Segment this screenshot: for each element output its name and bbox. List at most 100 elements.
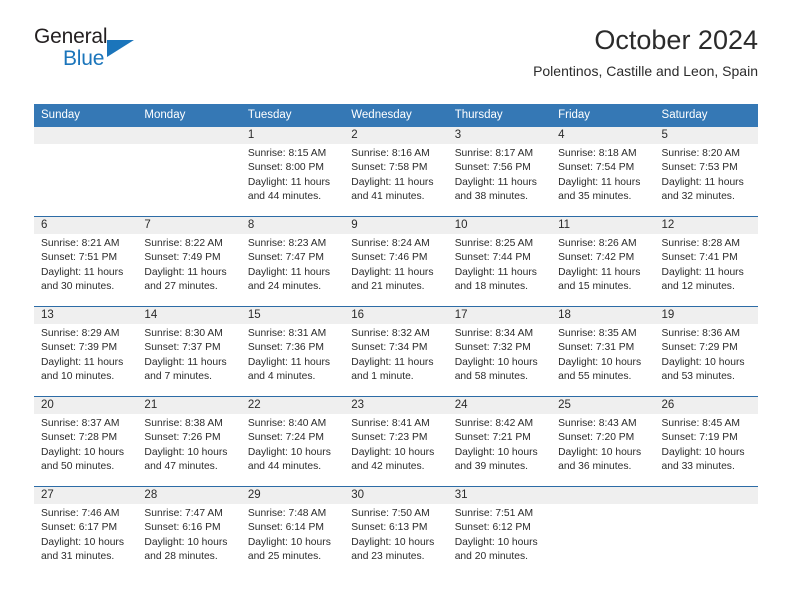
daylight-text-line1: Daylight: 11 hours xyxy=(558,176,641,188)
daylight-text-line2: and 23 minutes. xyxy=(351,550,425,562)
sunrise-text: Sunrise: 8:42 AM xyxy=(454,418,534,429)
sunrise-text: Sunrise: 8:23 AM xyxy=(247,238,327,249)
daylight-text-line1: Daylight: 11 hours xyxy=(247,356,331,368)
calendar-day-cell-empty xyxy=(654,487,758,576)
calendar-day-cell[interactable]: 29 Sunrise: 7:48 AM Sunset: 6:14 PM Dayligh… xyxy=(240,487,345,576)
day-number-band: 11 xyxy=(551,217,655,234)
calendar-day-cell[interactable]: 26 Sunrise: 8:45 AM Sunset: 7:19 PM Dayligh… xyxy=(654,397,758,486)
daylight-text-line2: and 12 minutes. xyxy=(661,280,735,292)
day-number: 18 xyxy=(558,309,571,321)
sunrise-text: Sunrise: 8:30 AM xyxy=(144,328,223,339)
daylight-text-line1: Daylight: 10 hours xyxy=(247,536,331,548)
daylight-text-line1: Daylight: 10 hours xyxy=(351,446,435,458)
calendar-day-cell[interactable]: 18 Sunrise: 8:35 AM Sunset: 7:31 PM Dayligh… xyxy=(551,307,655,396)
sunset-text: Sunset: 6:17 PM xyxy=(41,522,118,534)
calendar-day-cell[interactable]: 3 Sunrise: 8:17 AM Sunset: 7:56 PM Daylight… xyxy=(447,127,552,216)
calendar-day-cell[interactable]: 24 Sunrise: 8:42 AM Sunset: 7:21 PM Dayligh… xyxy=(447,397,552,486)
calendar-day-cell[interactable]: 30 Sunrise: 7:50 AM Sunset: 6:13 PM Dayligh… xyxy=(344,487,448,576)
day-number: 13 xyxy=(41,309,54,321)
day-sun-info: Sunrise: 8:25 AM Sunset: 7:44 PM Daylight:… xyxy=(448,234,551,294)
day-number: 12 xyxy=(661,219,675,231)
day-sun-info: Sunrise: 7:48 AM Sunset: 6:14 PM Daylight:… xyxy=(241,504,344,564)
title-block: October 2024 Polentinos, Castille and Le… xyxy=(533,24,758,81)
calendar-day-cell[interactable]: 23 Sunrise: 8:41 AM Sunset: 7:23 PM Dayligh… xyxy=(344,397,448,486)
daylight-text-line1: Daylight: 11 hours xyxy=(558,266,641,278)
day-number-band: 28 xyxy=(137,487,241,504)
day-sun-info: Sunrise: 8:21 AM Sunset: 7:51 PM Daylight:… xyxy=(34,234,137,294)
sunrise-text: Sunrise: 8:24 AM xyxy=(351,238,430,249)
daylight-text-line1: Daylight: 11 hours xyxy=(661,266,744,278)
calendar-day-cell[interactable]: 1 Sunrise: 8:15 AM Sunset: 8:00 PM Daylight… xyxy=(240,127,345,216)
day-number-band xyxy=(137,127,241,144)
logo-triangle-icon xyxy=(107,40,134,57)
sunrise-text: Sunrise: 8:31 AM xyxy=(247,328,327,339)
calendar-week-row: 27 Sunrise: 7:46 AM Sunset: 6:17 PM Dayligh… xyxy=(34,486,758,576)
calendar-day-cell[interactable]: 27 Sunrise: 7:46 AM Sunset: 6:17 PM Dayligh… xyxy=(34,487,138,576)
page-header: General Blue October 2024 Polentinos, Ca… xyxy=(34,0,758,79)
calendar-day-cell[interactable]: 10 Sunrise: 8:25 AM Sunset: 7:44 PM Dayligh… xyxy=(447,217,552,306)
calendar-day-cell[interactable]: 20 Sunrise: 8:37 AM Sunset: 7:28 PM Dayligh… xyxy=(34,397,138,486)
day-number-band xyxy=(34,127,138,144)
day-sun-info: Sunrise: 8:36 AM Sunset: 7:29 PM Daylight:… xyxy=(655,324,758,384)
weekday-header-thursday: Thursday xyxy=(447,104,552,127)
day-sun-info: Sunrise: 7:46 AM Sunset: 6:17 PM Daylight:… xyxy=(34,504,137,564)
day-number-band: 3 xyxy=(447,127,552,144)
daylight-text-line1: Daylight: 11 hours xyxy=(41,356,124,368)
weekday-header-row: Sunday Monday Tuesday Wednesday Thursday Frid… xyxy=(34,104,758,127)
calendar-week-row: 13 Sunrise: 8:29 AM Sunset: 7:39 PM Dayligh… xyxy=(34,306,758,396)
calendar-day-cell[interactable]: 17 Sunrise: 8:34 AM Sunset: 7:32 PM Dayligh… xyxy=(447,307,552,396)
daylight-text-line2: and 42 minutes. xyxy=(351,460,425,472)
calendar-week-row: 1 Sunrise: 8:15 AM Sunset: 8:00 PM Daylight… xyxy=(34,127,758,216)
sunset-text: Sunset: 6:16 PM xyxy=(144,522,221,534)
calendar-day-cell[interactable]: 13 Sunrise: 8:29 AM Sunset: 7:39 PM Dayligh… xyxy=(34,307,138,396)
day-sun-info: Sunrise: 7:50 AM Sunset: 6:13 PM Daylight:… xyxy=(344,504,447,564)
calendar-day-cell[interactable]: 5 Sunrise: 8:20 AM Sunset: 7:53 PM Daylight… xyxy=(654,127,758,216)
day-number: 2 xyxy=(351,129,358,141)
weekday-header-friday: Friday xyxy=(551,104,655,127)
sunset-text: Sunset: 7:31 PM xyxy=(558,342,635,354)
day-number-band: 2 xyxy=(344,127,448,144)
calendar-day-cell[interactable]: 12 Sunrise: 8:28 AM Sunset: 7:41 PM Dayligh… xyxy=(654,217,758,306)
calendar-day-cell[interactable]: 6 Sunrise: 8:21 AM Sunset: 7:51 PM Daylight… xyxy=(34,217,138,306)
sunrise-text: Sunrise: 8:41 AM xyxy=(351,418,430,429)
sunrise-text: Sunrise: 8:18 AM xyxy=(558,148,637,159)
daylight-text-line2: and 35 minutes. xyxy=(558,190,632,202)
day-number-band xyxy=(551,487,655,504)
calendar-day-cell[interactable]: 15 Sunrise: 8:31 AM Sunset: 7:36 PM Dayligh… xyxy=(240,307,345,396)
sunrise-text: Sunrise: 8:34 AM xyxy=(454,328,534,339)
general-blue-logo: General Blue xyxy=(34,26,254,74)
daylight-text-line2: and 39 minutes. xyxy=(454,460,528,472)
calendar-day-cell[interactable]: 25 Sunrise: 8:43 AM Sunset: 7:20 PM Dayligh… xyxy=(551,397,655,486)
calendar-day-cell[interactable]: 2 Sunrise: 8:16 AM Sunset: 7:58 PM Daylight… xyxy=(344,127,448,216)
calendar-day-cell[interactable]: 8 Sunrise: 8:23 AM Sunset: 7:47 PM Daylight… xyxy=(240,217,345,306)
daylight-text-line1: Daylight: 11 hours xyxy=(144,356,227,368)
calendar-day-cell[interactable]: 9 Sunrise: 8:24 AM Sunset: 7:46 PM Daylight… xyxy=(344,217,448,306)
calendar-day-cell[interactable]: 16 Sunrise: 8:32 AM Sunset: 7:34 PM Dayligh… xyxy=(344,307,448,396)
day-sun-info: Sunrise: 8:32 AM Sunset: 7:34 PM Daylight:… xyxy=(344,324,447,384)
daylight-text-line1: Daylight: 10 hours xyxy=(454,446,538,458)
daylight-text-line2: and 4 minutes. xyxy=(247,370,316,382)
calendar-day-cell[interactable]: 4 Sunrise: 8:18 AM Sunset: 7:54 PM Daylight… xyxy=(551,127,655,216)
day-number-band: 23 xyxy=(344,397,448,414)
calendar-day-cell[interactable]: 14 Sunrise: 8:30 AM Sunset: 7:37 PM Dayligh… xyxy=(137,307,241,396)
calendar-day-cell[interactable]: 31 Sunrise: 7:51 AM Sunset: 6:12 PM Dayligh… xyxy=(447,487,552,576)
daylight-text-line2: and 55 minutes. xyxy=(558,370,632,382)
calendar-day-cell[interactable]: 22 Sunrise: 8:40 AM Sunset: 7:24 PM Dayligh… xyxy=(240,397,345,486)
day-number: 10 xyxy=(454,219,468,231)
day-sun-info: Sunrise: 8:41 AM Sunset: 7:23 PM Daylight:… xyxy=(344,414,447,474)
calendar-day-cell[interactable]: 7 Sunrise: 8:22 AM Sunset: 7:49 PM Daylight… xyxy=(137,217,241,306)
calendar-day-cell[interactable]: 19 Sunrise: 8:36 AM Sunset: 7:29 PM Dayligh… xyxy=(654,307,758,396)
day-number-band: 9 xyxy=(344,217,448,234)
day-sun-info: Sunrise: 8:28 AM Sunset: 7:41 PM Daylight:… xyxy=(655,234,758,294)
day-number-band: 27 xyxy=(34,487,138,504)
calendar-day-cell-empty xyxy=(137,127,241,216)
sunset-text: Sunset: 7:29 PM xyxy=(661,342,738,354)
sunset-text: Sunset: 7:47 PM xyxy=(247,252,324,264)
sunset-text: Sunset: 7:20 PM xyxy=(558,432,635,444)
calendar-day-cell[interactable]: 28 Sunrise: 7:47 AM Sunset: 6:16 PM Dayligh… xyxy=(137,487,241,576)
daylight-text-line2: and 58 minutes. xyxy=(454,370,528,382)
calendar-week-row: 20 Sunrise: 8:37 AM Sunset: 7:28 PM Dayligh… xyxy=(34,396,758,486)
calendar-day-cell[interactable]: 21 Sunrise: 8:38 AM Sunset: 7:26 PM Dayligh… xyxy=(137,397,241,486)
day-sun-info: Sunrise: 8:26 AM Sunset: 7:42 PM Daylight:… xyxy=(551,234,654,294)
calendar-day-cell[interactable]: 11 Sunrise: 8:26 AM Sunset: 7:42 PM Dayligh… xyxy=(551,217,655,306)
